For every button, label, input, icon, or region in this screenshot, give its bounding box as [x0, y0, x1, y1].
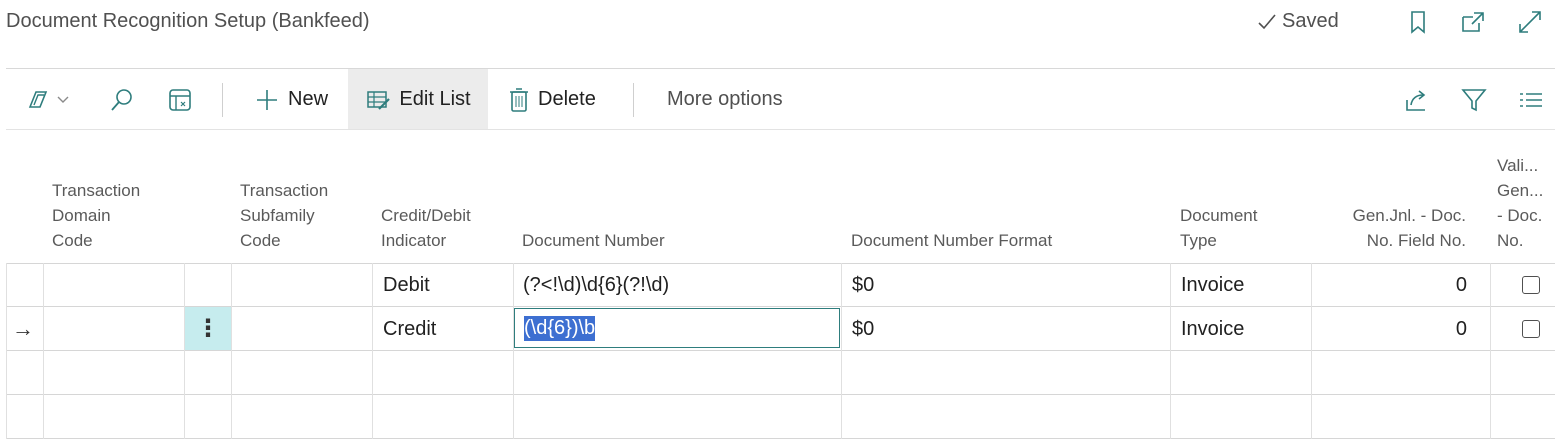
- more-options-button[interactable]: More options: [667, 69, 783, 130]
- bookmark-icon[interactable]: [1405, 9, 1431, 35]
- grid-line: [6, 438, 1555, 439]
- column-header-transaction-subfamily-code[interactable]: Transaction Subfamily Code: [240, 130, 370, 263]
- copilot-icon: [28, 90, 69, 108]
- delete-button-label: Delete: [538, 88, 596, 110]
- expand-icon[interactable]: [1517, 9, 1543, 35]
- search-button[interactable]: [108, 69, 136, 130]
- gen-jnl-field-no-cell[interactable]: 0: [1320, 264, 1467, 307]
- analysis-mode-icon: [169, 88, 191, 111]
- delete-button[interactable]: Delete: [508, 69, 596, 130]
- empty-table-row[interactable]: [6, 395, 1555, 438]
- document-type-cell[interactable]: Invoice: [1181, 308, 1244, 351]
- edit-list-button[interactable]: Edit List: [348, 69, 488, 130]
- saved-status: Saved: [1256, 10, 1339, 33]
- new-button-label: New: [288, 88, 329, 110]
- plus-icon: [257, 89, 277, 110]
- column-header-transaction-domain-code[interactable]: Transaction Domain Code: [52, 130, 182, 263]
- column-header-document-type[interactable]: Document Type: [1180, 130, 1305, 263]
- analysis-mode-button[interactable]: [166, 69, 194, 130]
- new-button[interactable]: New: [254, 69, 328, 130]
- toolbar-separator: [222, 83, 223, 117]
- document-number-format-cell[interactable]: $0: [852, 308, 874, 351]
- delete-icon: [510, 87, 528, 112]
- checkmark-icon: [1258, 13, 1276, 29]
- document-number-cell[interactable]: (?<!\d)\d{6}(?!\d): [523, 264, 669, 307]
- share-icon[interactable]: [1403, 86, 1431, 114]
- toolbar-separator: [633, 83, 634, 117]
- filter-icon[interactable]: [1460, 86, 1488, 114]
- validate-gen-doc-no-checkbox[interactable]: [1522, 276, 1540, 294]
- document-number-selected-text: (\d{6})\b: [524, 315, 596, 341]
- document-number-input[interactable]: (\d{6})\b: [514, 308, 840, 348]
- more-options-label: More options: [667, 88, 783, 110]
- column-header-credit-debit-indicator[interactable]: Credit/Debit Indicator: [381, 130, 511, 263]
- gen-jnl-field-no-cell[interactable]: 0: [1320, 308, 1467, 351]
- document-number-format-cell[interactable]: $0: [852, 264, 874, 307]
- page-title: Document Recognition Setup (Bankfeed): [6, 10, 370, 32]
- edit-list-icon: [367, 90, 391, 110]
- current-row-arrow-icon: →: [12, 315, 34, 341]
- row-actions-menu-button[interactable]: ⋮: [185, 307, 231, 350]
- empty-table-row[interactable]: [6, 351, 1555, 394]
- copilot-menu-button[interactable]: [24, 69, 72, 130]
- saved-label: Saved: [1282, 10, 1339, 32]
- column-header-document-number[interactable]: Document Number: [522, 130, 832, 263]
- credit-debit-indicator-cell[interactable]: Debit: [383, 264, 430, 307]
- open-new-window-icon[interactable]: [1460, 9, 1486, 35]
- search-icon: [111, 88, 132, 111]
- list-view-icon[interactable]: [1517, 86, 1545, 114]
- credit-debit-indicator-cell[interactable]: Credit: [383, 308, 436, 351]
- validate-gen-doc-no-checkbox[interactable]: [1522, 320, 1540, 338]
- column-header-document-number-format[interactable]: Document Number Format: [851, 130, 1161, 263]
- edit-list-button-label: Edit List: [399, 88, 471, 110]
- column-header-validate-gen-doc-no[interactable]: Vali... Gen... - Doc. No.: [1497, 130, 1555, 263]
- action-bar: New Edit List Delete More options: [0, 69, 1555, 130]
- column-header-gen-jnl-doc-no-field-no[interactable]: Gen.Jnl. - Doc. No. Field No.: [1314, 130, 1466, 263]
- document-type-cell[interactable]: Invoice: [1181, 264, 1244, 307]
- page-header: Document Recognition Setup (Bankfeed) Sa…: [0, 0, 1555, 46]
